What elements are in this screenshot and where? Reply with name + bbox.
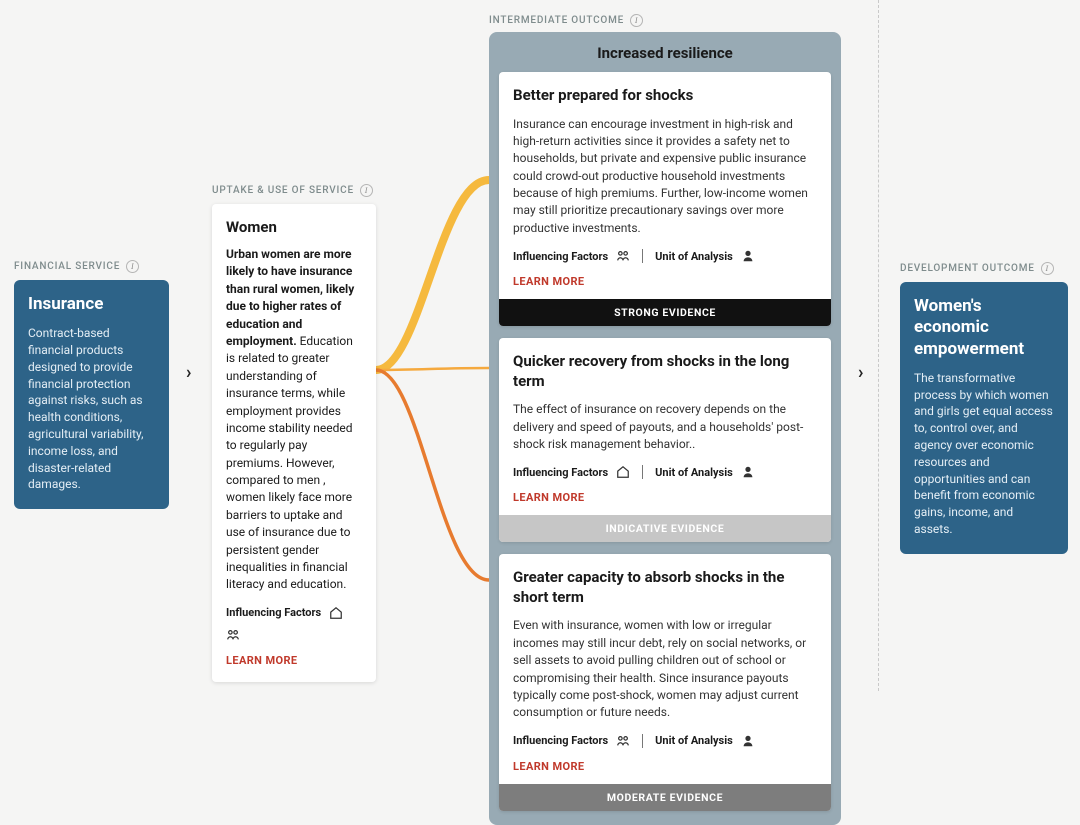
outcome-card[interactable]: Greater capacity to absorb shocks in the… xyxy=(499,554,831,810)
people-icon xyxy=(616,249,630,263)
chevron-right-icon: › xyxy=(186,362,191,383)
uptake-body: Urban women are more likely to have insu… xyxy=(226,246,362,594)
divider xyxy=(642,249,643,263)
unit-of-analysis-label: Unit of Analysis xyxy=(655,734,733,747)
influencing-factors-label: Influencing Factors xyxy=(513,466,608,479)
development-outcome-label: DEVELOPMENT OUTCOME i xyxy=(900,262,1054,275)
divider xyxy=(642,465,643,479)
influencing-factors-label: Influencing Factors xyxy=(226,606,321,619)
financial-service-card[interactable]: Insurance Contract-based financial produ… xyxy=(14,280,169,509)
people-icon xyxy=(616,734,630,748)
stage-divider xyxy=(878,0,879,691)
uptake-label: UPTAKE & USE OF SERVICE i xyxy=(212,184,373,197)
outcome-title: Better prepared for shocks xyxy=(513,86,817,106)
financial-service-body: Contract-based financial products design… xyxy=(28,325,155,493)
outcome-factors-row: Influencing Factors Unit of Analysis xyxy=(513,734,817,748)
info-icon[interactable]: i xyxy=(630,14,643,27)
uptake-rest: Education is related to greater understa… xyxy=(226,334,353,591)
person-icon xyxy=(741,734,755,748)
evidence-badge: INDICATIVE EVIDENCE xyxy=(499,515,831,542)
influencing-factors-label: Influencing Factors xyxy=(513,250,608,263)
divider xyxy=(642,734,643,748)
person-icon xyxy=(741,249,755,263)
influencing-factors-row: Influencing Factors xyxy=(226,606,362,642)
learn-more-link[interactable]: LEARN MORE xyxy=(513,760,585,773)
learn-more-link[interactable]: LEARN MORE xyxy=(226,654,298,667)
unit-of-analysis-label: Unit of Analysis xyxy=(655,250,733,263)
intermediate-outcome-group: Increased resilience Better prepared for… xyxy=(489,32,841,825)
chevron-right-icon: › xyxy=(858,362,863,383)
learn-more-link[interactable]: LEARN MORE xyxy=(513,275,585,288)
financial-service-label-text: FINANCIAL SERVICE xyxy=(14,261,120,272)
outcome-title: Quicker recovery from shocks in the long… xyxy=(513,352,817,391)
outcome-card[interactable]: Better prepared for shocks Insurance can… xyxy=(499,72,831,326)
uptake-card[interactable]: Women Urban women are more likely to hav… xyxy=(212,204,376,682)
financial-service-label: FINANCIAL SERVICE i xyxy=(14,260,139,273)
outcome-card[interactable]: Quicker recovery from shocks in the long… xyxy=(499,338,831,542)
person-icon xyxy=(741,465,755,479)
house-icon xyxy=(616,465,630,479)
learn-more-link[interactable]: LEARN MORE xyxy=(513,491,585,504)
info-icon[interactable]: i xyxy=(126,260,139,273)
outcome-body: Insurance can encourage investment in hi… xyxy=(513,116,817,238)
evidence-badge: MODERATE EVIDENCE xyxy=(499,784,831,811)
intermediate-label: INTERMEDIATE OUTCOME i xyxy=(489,14,643,27)
outcome-body: Even with insurance, women with low or i… xyxy=(513,617,817,721)
development-outcome-title: Women's economic empowerment xyxy=(914,296,1054,360)
uptake-title: Women xyxy=(226,218,362,236)
development-outcome-card[interactable]: Women's economic empowerment The transfo… xyxy=(900,282,1068,554)
influencing-factors-label: Influencing Factors xyxy=(513,734,608,747)
development-outcome-label-text: DEVELOPMENT OUTCOME xyxy=(900,263,1035,274)
outcome-factors-row: Influencing Factors Unit of Analysis xyxy=(513,249,817,263)
outcome-factors-row: Influencing Factors Unit of Analysis xyxy=(513,465,817,479)
house-icon xyxy=(329,606,343,620)
development-outcome-body: The transformative process by which wome… xyxy=(914,370,1054,538)
intermediate-label-text: INTERMEDIATE OUTCOME xyxy=(489,15,624,26)
financial-service-title: Insurance xyxy=(28,294,155,315)
unit-of-analysis-label: Unit of Analysis xyxy=(655,466,733,479)
info-icon[interactable]: i xyxy=(360,184,373,197)
outcome-title: Greater capacity to absorb shocks in the… xyxy=(513,568,817,607)
people-icon xyxy=(226,628,240,642)
evidence-badge: STRONG EVIDENCE xyxy=(499,299,831,326)
intermediate-header: Increased resilience xyxy=(489,32,841,72)
uptake-bold: Urban women are more likely to have insu… xyxy=(226,247,354,348)
info-icon[interactable]: i xyxy=(1041,262,1054,275)
outcome-body: The effect of insurance on recovery depe… xyxy=(513,401,817,453)
uptake-label-text: UPTAKE & USE OF SERVICE xyxy=(212,185,354,196)
